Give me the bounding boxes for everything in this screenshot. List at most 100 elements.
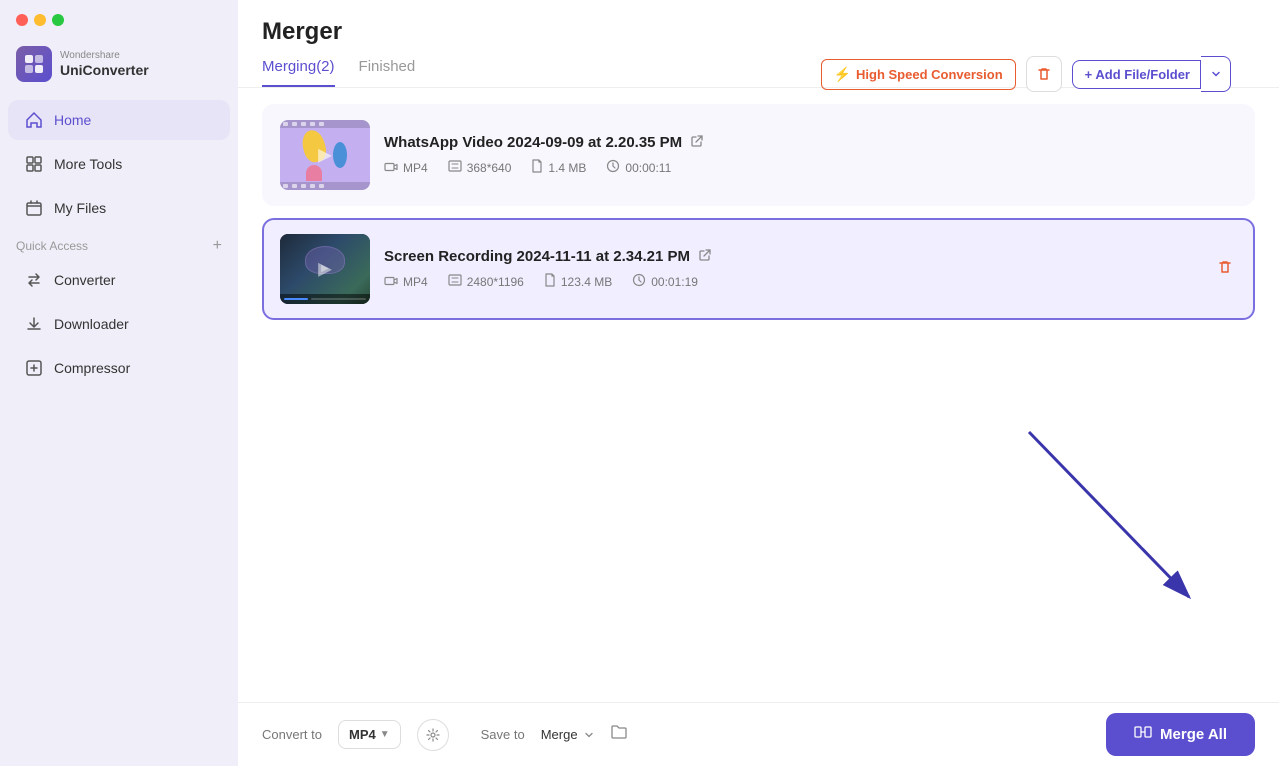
file-name-row-2: Screen Recording 2024-11-11 at 2.34.21 P… <box>384 248 1199 265</box>
format-value-2: MP4 <box>403 275 428 289</box>
delete-button[interactable] <box>1026 56 1062 92</box>
window-controls <box>0 0 238 40</box>
format-settings-button[interactable] <box>417 719 449 751</box>
sidebar-item-my-files[interactable]: My Files <box>8 188 230 228</box>
format-chevron-icon: ▼ <box>380 729 390 740</box>
film-perfs-top <box>280 120 370 128</box>
resolution-value-2: 2480*1196 <box>467 275 524 289</box>
sidebar-item-downloader[interactable]: Downloader <box>8 304 230 344</box>
minimize-window-button[interactable] <box>34 14 46 26</box>
size-icon-2 <box>544 273 556 290</box>
merge-all-button[interactable]: Merge All <box>1106 713 1255 756</box>
thumb-controls <box>280 294 370 304</box>
format-select-value: MP4 <box>349 727 376 742</box>
sidebar: Wondershare UniConverter Home More Tools <box>0 0 238 766</box>
my-files-label: My Files <box>54 200 106 216</box>
browse-folder-button[interactable] <box>610 724 628 745</box>
file-thumbnail-1: ▶ <box>280 120 370 190</box>
tab-finished[interactable]: Finished <box>359 58 416 87</box>
open-file-icon-1[interactable] <box>690 134 704 151</box>
progress-bar <box>284 298 308 300</box>
screen-thumb-content: ▶ <box>280 234 370 304</box>
format-value-1: MP4 <box>403 161 428 175</box>
file-meta-1: MP4 368*640 <box>384 159 1237 176</box>
format-select-dropdown[interactable]: MP4 ▼ <box>338 720 401 749</box>
main-content: Merger ⚡ High Speed Conversion + Add Fil… <box>238 0 1279 766</box>
perf <box>283 184 288 188</box>
file-name-row-1: WhatsApp Video 2024-09-09 at 2.20.35 PM <box>384 134 1237 151</box>
more-tools-icon <box>24 154 44 174</box>
file-resolution-2: 2480*1196 <box>448 274 524 289</box>
add-file-chevron-button[interactable] <box>1201 56 1231 92</box>
close-window-button[interactable] <box>16 14 28 26</box>
file-name-2: Screen Recording 2024-11-11 at 2.34.21 P… <box>384 248 690 265</box>
perf <box>310 122 315 126</box>
downloader-icon <box>24 314 44 334</box>
add-file-folder-group: + Add File/Folder <box>1072 56 1231 92</box>
file-resolution-1: 368*640 <box>448 160 512 175</box>
tab-merging-label: Merging(2) <box>262 58 335 75</box>
main-header: Merger ⚡ High Speed Conversion + Add Fil… <box>238 0 1279 88</box>
compressor-label: Compressor <box>54 360 130 376</box>
quick-access-section: Quick Access + <box>0 230 238 258</box>
maximize-window-button[interactable] <box>52 14 64 26</box>
perf <box>319 184 324 188</box>
file-duration-2: 00:01:19 <box>632 273 698 290</box>
logo-icon <box>16 46 52 82</box>
perf <box>283 122 288 126</box>
add-file-folder-button[interactable]: + Add File/Folder <box>1072 60 1201 89</box>
bottom-bar: Convert to MP4 ▼ Save to Merge <box>238 702 1279 766</box>
video-icon-2 <box>384 275 398 289</box>
perf <box>301 122 306 126</box>
file-card-2[interactable]: ▶ ▶ Screen Recording 2024-11-11 at 2.34.… <box>262 218 1255 320</box>
add-quick-access-button[interactable]: + <box>213 238 222 254</box>
bolt-icon: ⚡ <box>834 66 851 83</box>
video-icon-1 <box>384 161 398 175</box>
file-format-2: MP4 <box>384 275 428 289</box>
toolbar: ⚡ High Speed Conversion + Add File/Folde… <box>821 56 1231 92</box>
perf <box>301 184 306 188</box>
perf <box>310 184 315 188</box>
home-icon <box>24 110 44 130</box>
sidebar-item-converter[interactable]: Converter <box>8 260 230 300</box>
save-to-label: Save to <box>481 727 525 742</box>
file-thumbnail-2: ▶ ▶ <box>280 234 370 304</box>
merge-all-label: Merge All <box>1160 726 1227 743</box>
convert-to-label: Convert to <box>262 727 322 742</box>
sidebar-item-home[interactable]: Home <box>8 100 230 140</box>
screen-thumb-overlay: ▶ <box>321 263 329 275</box>
duration-icon-1 <box>606 159 620 176</box>
sidebar-item-more-tools[interactable]: More Tools <box>8 144 230 184</box>
file-size-2: 123.4 MB <box>544 273 612 290</box>
app-title: UniConverter <box>60 62 149 79</box>
more-tools-label: More Tools <box>54 156 122 172</box>
open-file-icon-2[interactable] <box>698 248 712 265</box>
delete-file-2-button[interactable] <box>1213 255 1237 284</box>
decorative-shape <box>333 142 347 168</box>
file-info-1: WhatsApp Video 2024-09-09 at 2.20.35 PM <box>384 134 1237 176</box>
sidebar-item-compressor[interactable]: Compressor <box>8 348 230 388</box>
brand-name: Wondershare <box>60 50 149 62</box>
converter-label: Converter <box>54 272 115 288</box>
perf <box>319 122 324 126</box>
merge-icon <box>1134 723 1152 746</box>
resolution-icon-2 <box>448 274 462 289</box>
my-files-icon <box>24 198 44 218</box>
file-card-1[interactable]: ▶ WhatsApp Video 2024-09-09 at 2.20.35 P… <box>262 104 1255 206</box>
perf <box>292 184 297 188</box>
resolution-icon-1 <box>448 160 462 175</box>
save-location-display: Merge <box>541 727 594 742</box>
file-duration-1: 00:00:11 <box>606 159 671 176</box>
duration-icon-2 <box>632 273 646 290</box>
add-file-label: + Add File/Folder <box>1085 67 1190 82</box>
content-area: ▶ WhatsApp Video 2024-09-09 at 2.20.35 P… <box>238 88 1279 702</box>
play-button-icon: ▶ <box>318 145 332 166</box>
file-meta-2: MP4 2480*1196 <box>384 273 1199 290</box>
home-label: Home <box>54 112 91 128</box>
high-speed-conversion-button[interactable]: ⚡ High Speed Conversion <box>821 59 1016 90</box>
decorative-shape <box>306 165 322 181</box>
film-perfs-bottom <box>280 182 370 190</box>
file-name-1: WhatsApp Video 2024-09-09 at 2.20.35 PM <box>384 134 682 151</box>
size-icon-1 <box>531 159 543 176</box>
tab-merging[interactable]: Merging(2) <box>262 58 335 87</box>
